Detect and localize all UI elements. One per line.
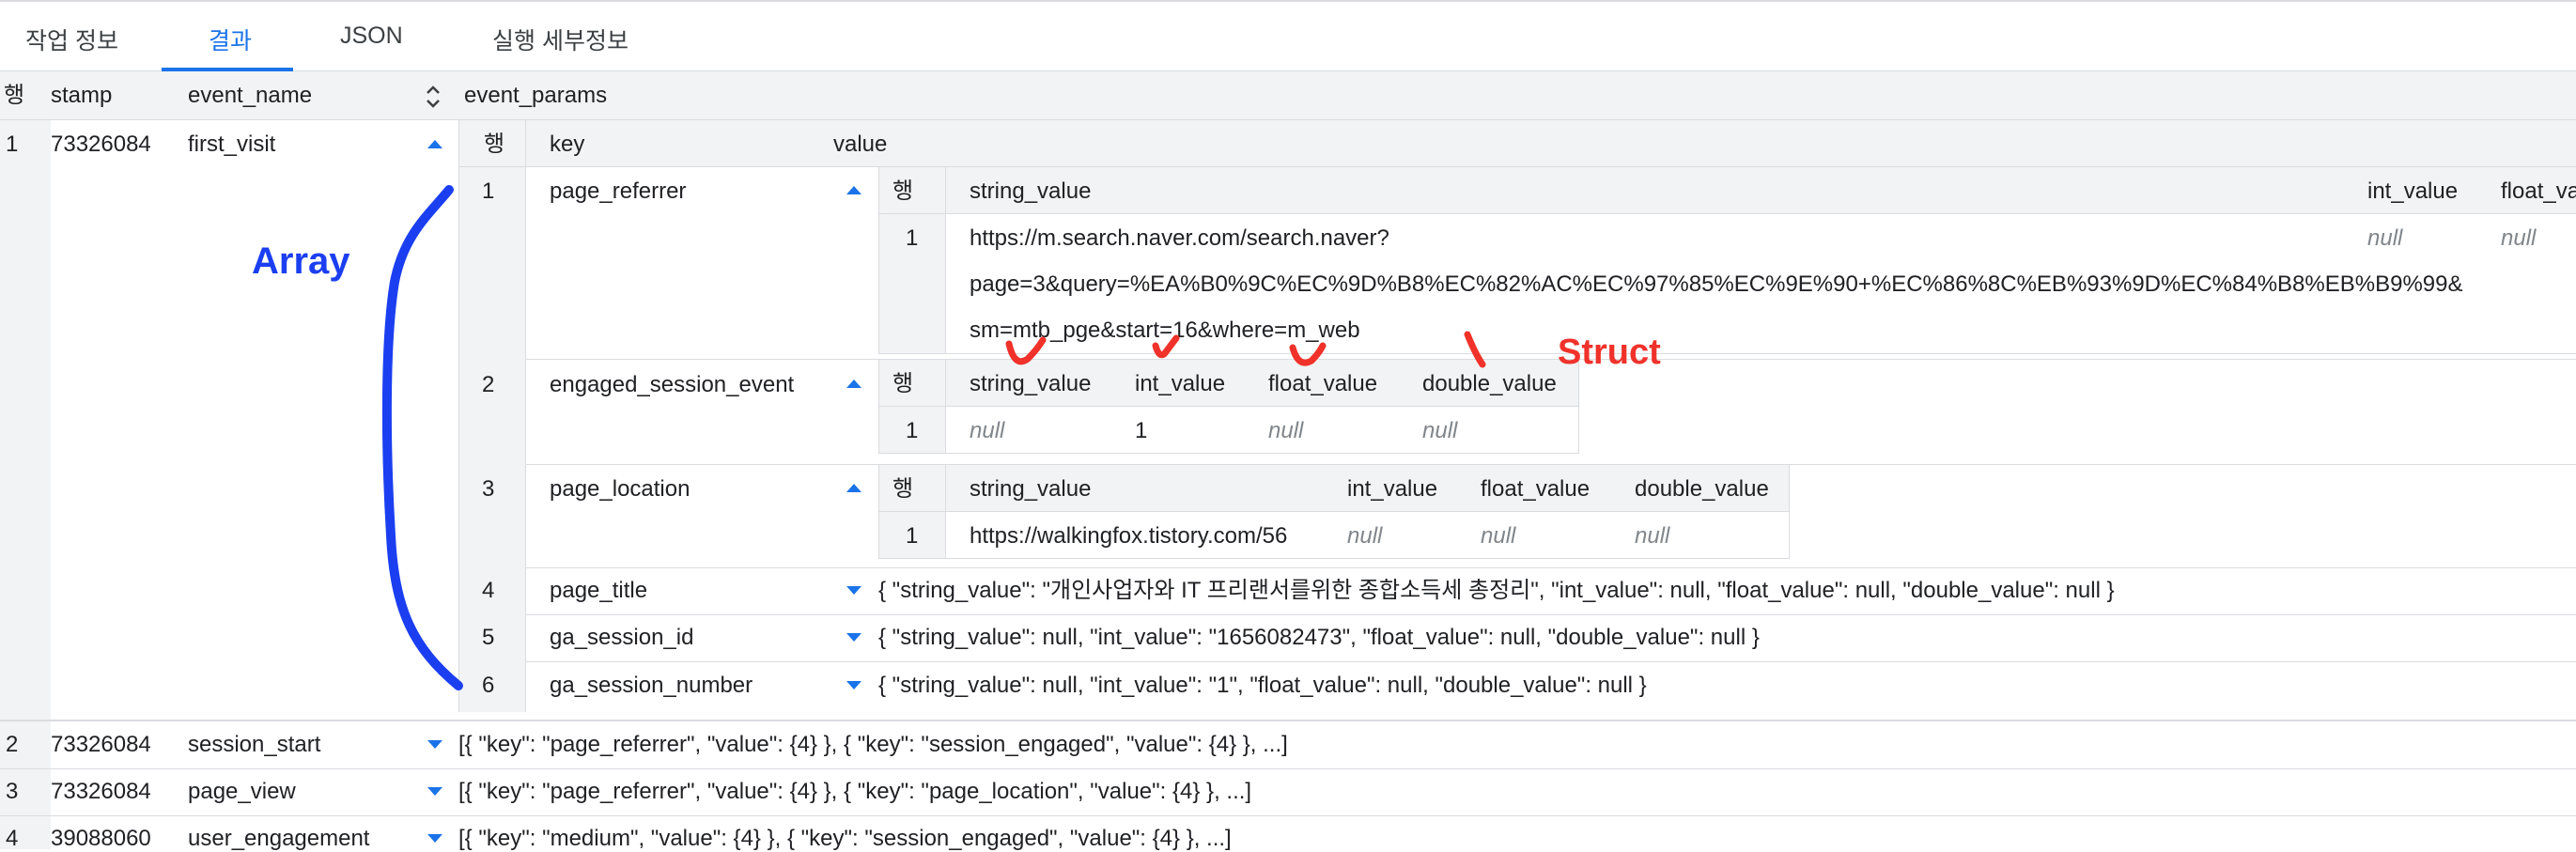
sort-icon[interactable]	[425, 85, 442, 109]
double-value: null	[1422, 418, 1458, 443]
params-header-value[interactable]: value	[833, 132, 887, 158]
params-header-row: 행	[484, 132, 505, 157]
param-row-number: 1	[482, 178, 495, 204]
row-number: 4	[6, 826, 19, 851]
collapse-icon[interactable]	[846, 484, 861, 492]
struct-header-float-value[interactable]: float_va	[2501, 178, 2576, 205]
string-value: null	[970, 418, 1005, 443]
expand-icon[interactable]	[427, 740, 442, 749]
struct-row-number: 1	[906, 418, 919, 443]
struct-header-int-value[interactable]: int_value	[2367, 178, 2458, 205]
array-bracket-annotation	[381, 185, 463, 690]
stamp-cell: 73326084	[51, 732, 151, 757]
param-key: engaged_session_event	[550, 372, 795, 397]
tab-job-info[interactable]: 작업 정보	[25, 23, 118, 56]
struct-header-double-value[interactable]: double_value	[1635, 476, 1769, 503]
double-value: null	[1635, 523, 1670, 549]
event-params-table: 행 key value 1 page_referrer 행 string_val…	[458, 120, 2576, 712]
param-key: ga_session_id	[550, 625, 694, 650]
param-row-number: 5	[482, 625, 495, 650]
stamp-cell: 73326084	[51, 132, 151, 157]
expand-icon[interactable]	[427, 787, 442, 796]
struct-annotation-label: Struct	[1558, 333, 1661, 372]
float-value: null	[1481, 523, 1516, 549]
param-row-number: 2	[482, 372, 495, 397]
struct-header-row: 행	[892, 178, 914, 204]
tab-bar: 작업 정보 결과 JSON 실행 세부정보	[0, 0, 2576, 71]
stamp-cell: 73326084	[51, 779, 151, 804]
string-value: page=3&query=%EA%B0%9C%EC%9D%B8%EC%82%AC…	[970, 271, 2463, 297]
array-annotation-label: Array	[252, 240, 350, 282]
int-value: null	[1347, 523, 1383, 549]
struct-table: 행 string_value int_value float_value dou…	[878, 360, 1579, 454]
event-params-summary: [{ "key": "page_referrer", "value": {4} …	[458, 732, 1288, 757]
row-number: 1	[6, 132, 19, 157]
struct-header: 행 string_value int_value float_va	[879, 167, 2576, 214]
param-key: page_title	[550, 578, 648, 603]
param-key: page_location	[550, 476, 691, 502]
param-key: page_referrer	[550, 178, 687, 204]
param-value-summary: { "string_value": null, "int_value": "16…	[878, 625, 1760, 650]
collapse-icon[interactable]	[846, 186, 861, 194]
float-value: null	[1268, 418, 1304, 443]
expand-icon[interactable]	[846, 681, 861, 689]
struct-header-string-value[interactable]: string_value	[970, 178, 1091, 205]
string-value: https://m.search.naver.com/search.naver?	[970, 225, 1389, 251]
tab-results[interactable]: 결과	[209, 23, 252, 56]
event-name-cell: session_start	[188, 732, 321, 757]
struct-header-row: 행	[892, 371, 914, 396]
results-header: 행 stamp event_name event_params	[0, 71, 2576, 120]
row-number: 2	[6, 732, 19, 757]
struct-header-double-value[interactable]: double_value	[1422, 371, 1557, 397]
struct-row-number: 1	[906, 523, 919, 549]
int-value: null	[2367, 225, 2403, 251]
event-params-summary: [{ "key": "page_referrer", "value": {4} …	[458, 779, 1252, 804]
param-key: ga_session_number	[550, 673, 753, 698]
event-name-cell: user_engagement	[188, 826, 370, 851]
tab-json[interactable]: JSON	[340, 23, 403, 50]
collapse-icon[interactable]	[846, 380, 861, 388]
collapse-icon[interactable]	[427, 140, 442, 148]
struct-table: 행 string_value int_value float_value dou…	[878, 465, 1790, 559]
params-header-key[interactable]: key	[550, 132, 584, 158]
int-value: 1	[1135, 418, 1148, 443]
param-row-number: 6	[482, 673, 495, 698]
params-header: 행 key value	[459, 120, 2576, 167]
struct-header-int-value[interactable]: int_value	[1135, 371, 1225, 397]
param-row-number: 4	[482, 578, 495, 603]
stamp-cell: 39088060	[51, 826, 151, 851]
event-name-cell: first_visit	[188, 132, 276, 157]
tab-execution-details[interactable]: 실행 세부정보	[492, 23, 628, 56]
struct-header-string-value[interactable]: string_value	[970, 371, 1091, 397]
param-value-summary: { "string_value": "개인사업자와 IT 프리랜서를위한 종합소…	[878, 578, 2115, 603]
expand-icon[interactable]	[846, 633, 861, 642]
expand-icon[interactable]	[427, 834, 442, 843]
header-event-params[interactable]: event_params	[464, 83, 607, 109]
event-params-summary: [{ "key": "medium", "value": {4} }, { "k…	[458, 826, 1232, 851]
row-number: 3	[6, 779, 19, 804]
param-row-number: 3	[482, 476, 495, 502]
float-value: null	[2501, 225, 2537, 251]
struct-header-float-value[interactable]: float_value	[1268, 371, 1377, 397]
struct-check-marks-annotation	[1005, 331, 1486, 368]
header-event-name[interactable]: event_name	[188, 83, 312, 109]
struct-header-row: 행	[892, 476, 914, 502]
event-name-cell: page_view	[188, 779, 296, 804]
param-value-summary: { "string_value": null, "int_value": "1"…	[878, 673, 1647, 698]
header-row: 행	[4, 83, 25, 108]
struct-row-number: 1	[906, 225, 919, 251]
header-stamp[interactable]: stamp	[51, 83, 112, 109]
struct-header-string-value[interactable]: string_value	[970, 476, 1091, 503]
struct-header-int-value[interactable]: int_value	[1347, 476, 1437, 503]
struct-header-float-value[interactable]: float_value	[1481, 476, 1590, 503]
string-value: https://walkingfox.tistory.com/56	[970, 523, 1288, 549]
expand-icon[interactable]	[846, 586, 861, 595]
